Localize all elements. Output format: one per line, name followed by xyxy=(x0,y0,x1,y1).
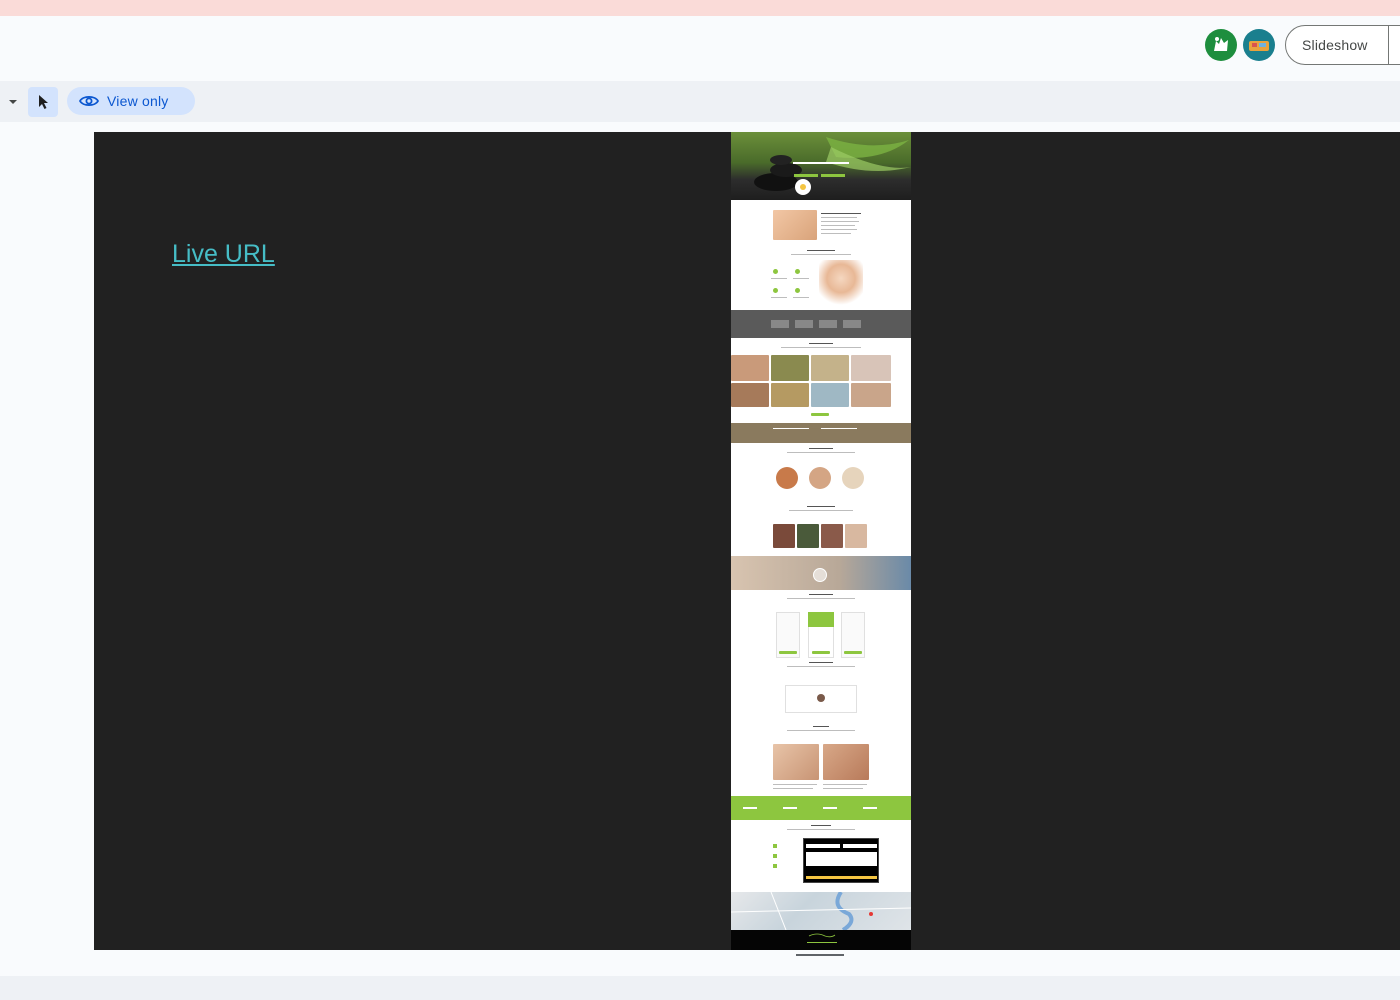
eye-icon xyxy=(79,95,99,107)
view-only-chip[interactable]: View only xyxy=(67,87,195,115)
site-brands-band xyxy=(731,796,911,820)
slideshow-label: Slideshow xyxy=(1302,37,1368,53)
site-promo-band xyxy=(731,423,911,443)
notification-banner xyxy=(0,0,1400,16)
map-image xyxy=(731,890,911,932)
app-header xyxy=(0,16,1400,81)
view-only-label: View only xyxy=(107,93,169,109)
user-avatar[interactable] xyxy=(1243,29,1275,61)
site-hero xyxy=(731,132,911,200)
toolbar xyxy=(0,81,1400,122)
hero-image xyxy=(754,137,911,195)
footer-logo xyxy=(807,933,837,943)
filmstrip-area xyxy=(0,976,1400,1000)
intro-image xyxy=(773,210,817,240)
play-icon xyxy=(813,568,827,582)
website-screenshot xyxy=(731,132,911,950)
colorful-avatar-icon xyxy=(1249,41,1269,51)
slideshow-button[interactable]: Slideshow xyxy=(1285,25,1400,65)
page-indicator xyxy=(796,954,844,956)
about-image xyxy=(819,260,863,306)
select-tool-button[interactable] xyxy=(28,87,58,117)
slide: Live URL xyxy=(94,132,1400,950)
user-avatar[interactable] xyxy=(1205,29,1237,61)
slideshow-split-divider xyxy=(1388,25,1389,65)
chevron-down-icon[interactable] xyxy=(6,97,20,107)
cursor-arrow-icon xyxy=(39,95,48,109)
site-footer xyxy=(731,930,911,950)
live-url-link[interactable]: Live URL xyxy=(172,240,275,269)
site-map xyxy=(731,890,911,932)
animal-avatar-icon xyxy=(1214,37,1228,51)
